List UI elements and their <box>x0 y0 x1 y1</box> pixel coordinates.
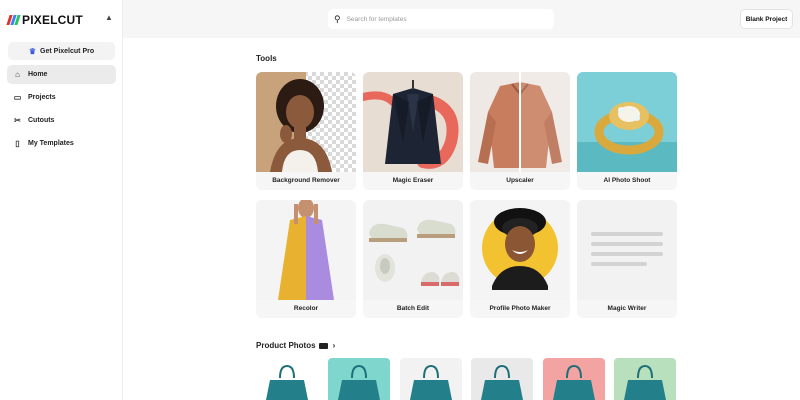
sidebar-item-label: Projects <box>28 94 56 101</box>
tool-card-magic-writer[interactable]: Magic Writer <box>577 200 677 318</box>
folder-icon: ▭ <box>13 93 22 102</box>
sidebar-item-label: Cutouts <box>28 117 55 124</box>
sidebar-item-cutouts[interactable]: ✂ Cutouts <box>7 111 116 130</box>
tool-card-label: Profile Photo Maker <box>489 305 551 312</box>
scissors-icon: ✂ <box>14 116 21 125</box>
bag-image <box>553 364 595 400</box>
tool-card-label: Upscaler <box>506 177 534 184</box>
logo-mark-icon <box>6 15 21 25</box>
product-photo-card[interactable] <box>256 358 318 400</box>
product-photo-card[interactable] <box>400 358 462 400</box>
ai-photo-shoot-thumbnail <box>577 72 677 172</box>
product-photo-card[interactable] <box>471 358 533 400</box>
camera-icon <box>318 342 328 349</box>
search-box[interactable]: ⚲ <box>328 9 554 29</box>
tool-card-label: Batch Edit <box>396 305 430 312</box>
tool-card-label: Background Remover <box>272 177 340 184</box>
bag-image <box>338 364 380 400</box>
magic-eraser-thumbnail <box>363 72 463 172</box>
tool-card-magic-eraser[interactable]: Magic Eraser <box>363 72 463 190</box>
top-bar: ⚲ Blank Project <box>123 0 800 38</box>
chevron-right-icon: › <box>332 341 336 350</box>
product-photos-section-title[interactable]: Product Photos › <box>256 341 335 350</box>
sidebar-item-label: Home <box>28 71 48 78</box>
notification-icon[interactable]: ▲ <box>105 13 113 22</box>
tool-card-ai-photo-shoot[interactable]: AI Photo Shoot <box>577 72 677 190</box>
tools-section-title: Tools <box>256 54 277 63</box>
profile-photo-maker-thumbnail <box>470 200 570 300</box>
recolor-thumbnail <box>256 200 356 300</box>
sidebar: PIXELCUT ▲ ♛ Get Pixelcut Pro ⌂ Home ▭ P… <box>0 0 123 400</box>
search-icon: ⚲ <box>334 13 341 24</box>
sidebar-item-my-templates[interactable]: ▯ My Templates <box>7 134 116 153</box>
tool-card-batch-edit[interactable]: Batch Edit <box>363 200 463 318</box>
blank-project-button[interactable]: Blank Project <box>740 9 793 29</box>
search-input[interactable] <box>346 15 537 23</box>
tool-card-profile-photo-maker[interactable]: Profile Photo Maker <box>470 200 570 318</box>
sidebar-item-projects[interactable]: ▭ Projects <box>7 88 116 107</box>
get-pro-button[interactable]: ♛ Get Pixelcut Pro <box>8 42 115 60</box>
tool-card-recolor[interactable]: Recolor <box>256 200 356 318</box>
tool-card-label: Magic Eraser <box>392 177 434 184</box>
product-photo-card[interactable] <box>328 358 390 400</box>
bag-image <box>410 364 452 400</box>
tool-card-label: Magic Writer <box>607 305 647 312</box>
brand-name: PIXELCUT <box>22 13 83 27</box>
sidebar-item-home[interactable]: ⌂ Home <box>7 65 116 84</box>
sidebar-nav: ⌂ Home ▭ Projects ✂ Cutouts ▯ My Templat… <box>7 65 116 157</box>
bag-image <box>266 364 308 400</box>
tool-card-background-remover[interactable]: Background Remover <box>256 72 356 190</box>
batch-edit-thumbnail <box>363 200 463 300</box>
sidebar-item-label: My Templates <box>28 140 74 147</box>
bag-image <box>481 364 523 400</box>
crown-icon: ♛ <box>28 46 37 56</box>
tool-card-label: Recolor <box>293 305 319 312</box>
tool-card-upscaler[interactable]: Upscaler <box>470 72 570 190</box>
document-icon: ▯ <box>15 139 20 148</box>
bag-image <box>624 364 666 400</box>
product-photo-card[interactable] <box>543 358 605 400</box>
get-pro-label: Get Pixelcut Pro <box>40 47 95 55</box>
logo[interactable]: PIXELCUT <box>6 13 83 27</box>
tool-card-label: AI Photo Shoot <box>603 177 651 184</box>
product-photos-title: Product Photos <box>256 341 316 350</box>
product-photo-card[interactable] <box>614 358 676 400</box>
upscaler-thumbnail <box>470 72 570 172</box>
magic-writer-thumbnail <box>577 200 677 300</box>
background-remover-thumbnail <box>256 72 356 172</box>
home-icon: ⌂ <box>15 70 20 79</box>
